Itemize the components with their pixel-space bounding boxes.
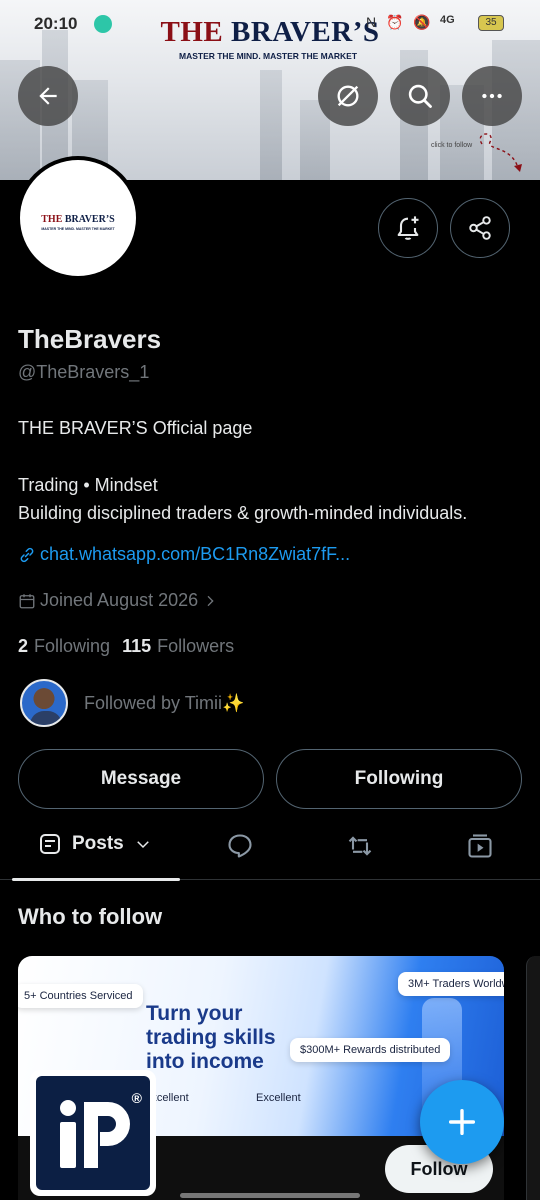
chevron-down-icon xyxy=(136,841,149,849)
active-tab-indicator xyxy=(12,878,180,881)
repost-icon xyxy=(348,836,372,856)
more-options-button[interactable] xyxy=(462,66,522,126)
bio-line: THE BRAVER’S Official page xyxy=(18,418,253,438)
status-system-icons: N ⏰ 🔕 xyxy=(366,14,434,30)
profile-link[interactable]: chat.whatsapp.com/BC1Rn8Zwiat7fF... xyxy=(18,544,350,565)
stat-traders: 3M+ Traders Worldwide xyxy=(398,972,504,996)
back-arrow-icon xyxy=(39,87,57,105)
joined-date[interactable]: Joined August 2026 xyxy=(18,590,218,611)
suggested-account-avatar[interactable]: ® xyxy=(30,1070,156,1196)
bell-plus-icon xyxy=(397,216,419,240)
bio-line: Building disciplined traders & growth-mi… xyxy=(18,503,468,523)
following-count-label: Following xyxy=(34,636,111,656)
user-handle: @TheBravers_1 xyxy=(18,362,150,382)
link-icon xyxy=(20,547,34,562)
chevron-right-icon xyxy=(207,595,214,606)
card-headline: Turn your trading skills into income xyxy=(146,1002,276,1073)
reply-bubble-icon xyxy=(228,834,252,858)
profile-avatar[interactable]: THE BRAVER’S MASTER THE MIND. MASTER THE… xyxy=(16,156,140,280)
share-icon xyxy=(469,216,491,240)
stat-countries: 5+ Countries Serviced xyxy=(18,984,143,1008)
banner-building xyxy=(260,70,282,180)
banner-cta-note: click to follow xyxy=(431,142,473,149)
bio-line: Trading • Mindset xyxy=(18,475,158,495)
battery-indicator: 35 xyxy=(478,15,504,31)
plus-icon xyxy=(448,1108,476,1136)
registered-mark: ® xyxy=(131,1090,142,1106)
status-bar: 20:10 N ⏰ 🔕 4G 35 xyxy=(0,0,540,48)
profile-tabs: Posts xyxy=(0,812,540,881)
profile-link-text[interactable]: chat.whatsapp.com/BC1Rn8Zwiat7fF... xyxy=(40,544,350,565)
search-icon xyxy=(408,84,432,108)
grok-button[interactable] xyxy=(318,66,378,126)
avatar-brand-subtitle: MASTER THE MIND. MASTER THE MARKET xyxy=(41,227,115,231)
calendar-icon xyxy=(19,593,35,608)
next-suggestion-card[interactable] xyxy=(526,956,540,1200)
more-horizontal-icon xyxy=(482,93,502,99)
tab-media[interactable] xyxy=(466,832,494,865)
avatar-logo: THE BRAVER’S MASTER THE MIND. MASTER THE… xyxy=(20,160,136,276)
grok-icon xyxy=(337,85,359,107)
joined-text: Joined August 2026 xyxy=(40,590,199,610)
back-button[interactable] xyxy=(18,66,78,126)
profile-bio: THE BRAVER’S Official page Trading • Min… xyxy=(18,414,528,527)
display-name: TheBravers xyxy=(18,324,162,354)
following-button[interactable]: Following xyxy=(276,749,522,809)
tab-replies[interactable] xyxy=(226,832,254,865)
tab-posts-label: Posts xyxy=(72,833,124,854)
share-button[interactable] xyxy=(450,198,510,258)
follower-avatar xyxy=(20,679,68,727)
status-time: 20:10 xyxy=(34,14,78,33)
avatar-brand-title: THE BRAVER’S xyxy=(41,214,115,225)
posts-icon xyxy=(40,834,60,854)
banner-dotted-arrow-icon xyxy=(479,133,522,172)
stat-rewards: $300M+ Rewards distributed xyxy=(290,1038,451,1062)
following-count: 2 xyxy=(18,636,29,656)
status-app-notification-icon xyxy=(94,15,112,33)
followers-count-label: Followers xyxy=(157,636,235,656)
message-button[interactable]: Message xyxy=(18,749,264,809)
suggested-account-logo: ® xyxy=(36,1076,150,1190)
who-to-follow-heading: Who to follow xyxy=(18,904,163,929)
rating-label: Excellent xyxy=(256,1092,301,1104)
status-network: 4G xyxy=(440,14,455,26)
banner-brand-subtitle: MASTER THE MIND. MASTER THE MARKET xyxy=(178,51,358,61)
home-indicator xyxy=(180,1193,360,1198)
compose-post-button[interactable] xyxy=(420,1080,504,1164)
notifications-button[interactable] xyxy=(378,198,438,258)
followed-by-row[interactable]: Followed by Timii✨ xyxy=(20,679,244,727)
following-count-link[interactable]: 2 Following xyxy=(18,636,110,657)
tab-posts[interactable]: Posts xyxy=(38,832,152,856)
followers-count: 115 xyxy=(122,636,152,656)
search-button[interactable] xyxy=(390,66,450,126)
follow-counts: 2 Following 115 Followers xyxy=(18,636,234,657)
tab-reposts[interactable] xyxy=(346,832,374,865)
followers-count-link[interactable]: 115 Followers xyxy=(122,636,234,657)
media-play-icon xyxy=(468,834,492,858)
followed-by-text: Followed by Timii✨ xyxy=(84,692,245,713)
